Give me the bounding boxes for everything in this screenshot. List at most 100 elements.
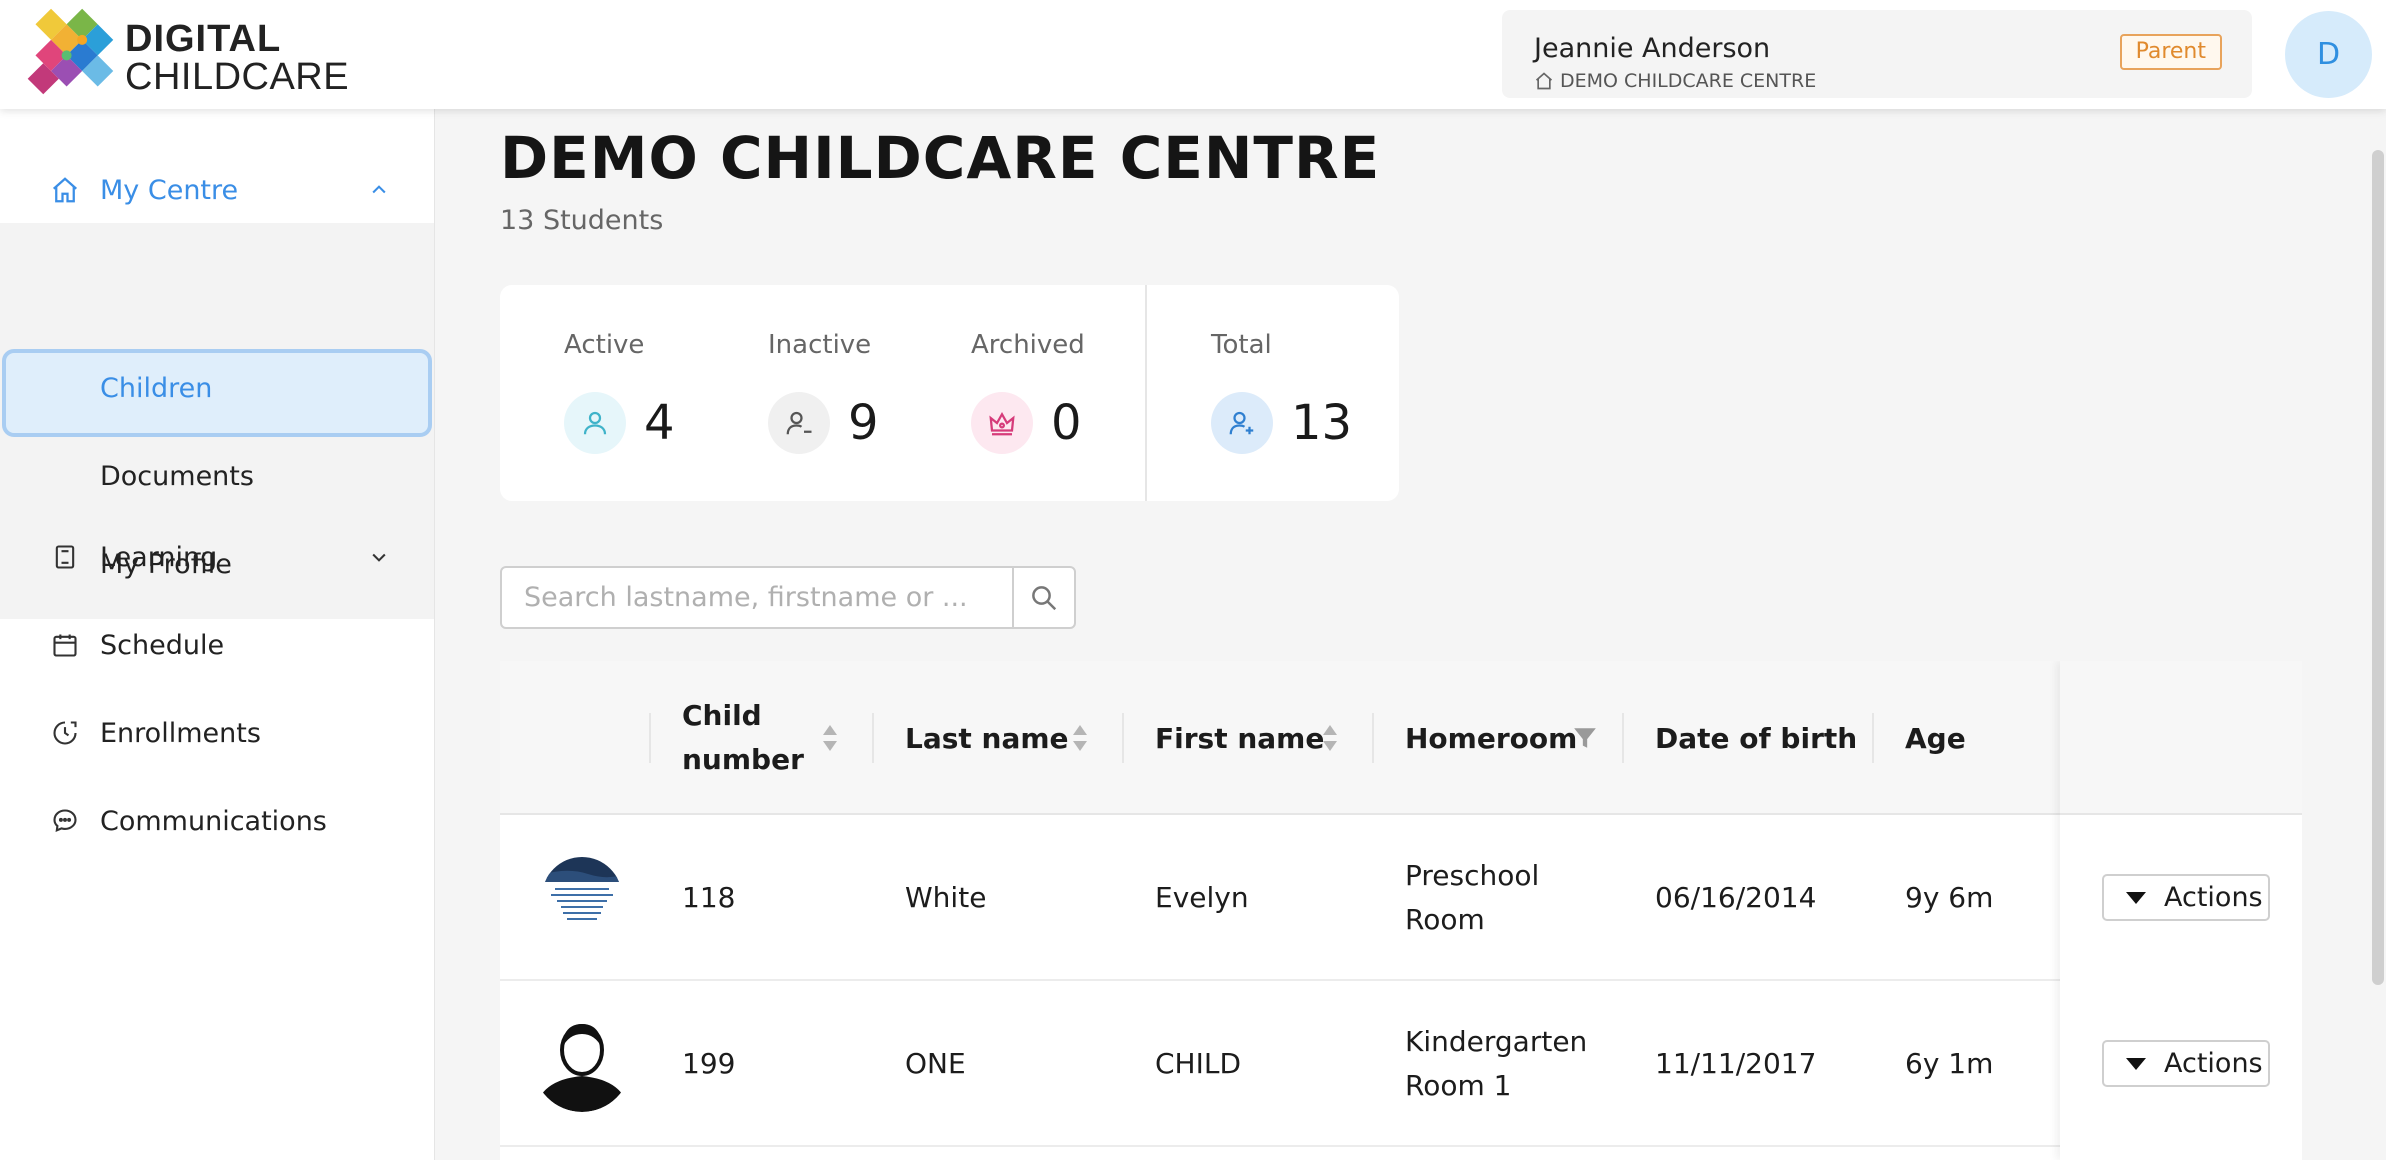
header-separator	[649, 713, 651, 763]
avatar[interactable]: D	[2285, 11, 2372, 98]
child-photo	[533, 848, 631, 946]
sidebar-item-label: Communications	[100, 805, 327, 837]
cell-age: 9y 6m	[1905, 881, 1994, 914]
sidebar-item-label: My Centre	[100, 174, 239, 206]
brand-line1: DIGITAL	[125, 18, 282, 60]
col-child-number-line2: number	[682, 743, 804, 776]
user-centre: DEMO CHILDCARE CENTRE	[1534, 70, 1816, 92]
stat-value: 0	[1051, 395, 1082, 451]
col-last-name[interactable]: Last name	[905, 661, 1069, 815]
col-first-name[interactable]: First name	[1155, 661, 1324, 815]
search-button[interactable]	[1014, 568, 1074, 627]
header-separator	[872, 713, 874, 763]
cell-homeroom-line2: Room	[1405, 903, 1485, 936]
cell-child-number: 118	[682, 881, 736, 914]
calendar-icon	[49, 629, 81, 661]
cell-date-of-birth: 06/16/2014	[1655, 881, 1817, 914]
user-icon	[564, 392, 626, 454]
cell-first-name: Evelyn	[1155, 881, 1249, 914]
table-row[interactable]: 199 ONE CHILD Kindergarten Room 1 11/11/…	[500, 981, 2302, 1147]
cell-homeroom-line1: Preschool	[1405, 859, 1540, 892]
cell-child-number: 199	[682, 1047, 736, 1080]
cell-date-of-birth: 11/11/2017	[1655, 1047, 1817, 1080]
actions-button[interactable]: Actions	[2102, 874, 2270, 921]
cell-last-name: ONE	[905, 1047, 966, 1080]
col-age[interactable]: Age	[1905, 661, 1966, 815]
col-homeroom[interactable]: Homeroom	[1405, 661, 1577, 815]
sidebar-item-children-label[interactable]: Children	[100, 373, 212, 404]
chevron-down-icon[interactable]	[364, 542, 394, 572]
page-scrollbar[interactable]	[2372, 150, 2384, 985]
student-count: 13 Students	[500, 205, 664, 236]
default-avatar-icon	[533, 1014, 631, 1112]
actions-button[interactable]: Actions	[2102, 1040, 2270, 1087]
search-input[interactable]	[502, 568, 1014, 627]
sort-icon[interactable]	[1072, 723, 1088, 753]
user-minus-icon	[768, 392, 830, 454]
stat-label: Inactive	[768, 330, 872, 360]
children-table: Child number Last name First name Homero…	[500, 661, 2302, 1160]
stat-label: Total	[1211, 330, 1272, 360]
table-header: Child number Last name First name Homero…	[500, 661, 2302, 815]
sidebar: My Centre Children Documents My Profile …	[0, 109, 435, 1160]
stats-card: Active 4 Inactive 9 Archived 0 Total 13	[500, 285, 1399, 501]
stat-label: Archived	[971, 330, 1085, 360]
stat-value: 13	[1291, 395, 1353, 451]
cell-homeroom-line1: Kindergarten	[1405, 1025, 1588, 1058]
header-separator	[1122, 713, 1124, 763]
actions-column: Actions Actions	[2060, 661, 2302, 1160]
search-box	[500, 566, 1076, 629]
brand-line2: CHILDCARE	[125, 56, 350, 98]
header-separator	[1372, 713, 1374, 763]
stats-divider	[1145, 285, 1147, 501]
col-date-of-birth[interactable]: Date of birth	[1655, 661, 1857, 815]
sidebar-item-label: Enrollments	[100, 717, 261, 749]
actions-column-header	[2060, 661, 2302, 815]
user-plus-icon	[1211, 392, 1273, 454]
user-centre-label: DEMO CHILDCARE CENTRE	[1560, 70, 1817, 92]
logo-photo-icon	[542, 857, 622, 937]
enrollment-clock-icon	[49, 717, 81, 749]
cell-homeroom: Preschool Room	[1405, 854, 1539, 942]
sidebar-item-children[interactable]	[2, 349, 432, 437]
cell-homeroom-line2: Room 1	[1405, 1069, 1512, 1102]
cell-age: 6y 1m	[1905, 1047, 1994, 1080]
header-separator	[1872, 713, 1874, 763]
sidebar-item-documents[interactable]: Documents	[100, 461, 254, 492]
chevron-up-icon[interactable]	[364, 175, 394, 205]
cell-last-name: White	[905, 881, 987, 914]
stat-value: 4	[644, 395, 675, 451]
puzzle-logo-icon	[27, 8, 114, 95]
cell-homeroom: Kindergarten Room 1	[1405, 1020, 1587, 1108]
sidebar-item-label: Schedule	[100, 629, 225, 661]
sidebar-item-enrollments[interactable]: Enrollments	[0, 703, 434, 763]
sort-icon[interactable]	[822, 723, 838, 753]
stat-label: Active	[564, 330, 645, 360]
brand-wordmark: DIGITAL CHILDCARE	[125, 20, 349, 96]
home-icon	[49, 174, 81, 206]
user-name: Jeannie Anderson	[1534, 33, 1771, 64]
user-card[interactable]: Jeannie Anderson DEMO CHILDCARE CENTRE P…	[1502, 10, 2252, 98]
table-row[interactable]: 118 White Evelyn Preschool Room 06/16/20…	[500, 815, 2302, 981]
page-title: DEMO CHILDCARE CENTRE	[500, 124, 1381, 192]
book-icon	[49, 541, 81, 573]
sidebar-item-schedule[interactable]: Schedule	[0, 615, 434, 675]
sidebar-item-my-centre[interactable]: My Centre	[0, 160, 434, 220]
sidebar-item-learning[interactable]: Learning	[0, 527, 434, 587]
role-badge: Parent	[2119, 34, 2222, 70]
header-separator	[1622, 713, 1624, 763]
col-child-number-line1: Child	[682, 699, 762, 732]
caret-down-icon	[2126, 1057, 2146, 1070]
col-child-number[interactable]: Child number	[682, 661, 804, 815]
sort-icon[interactable]	[1322, 723, 1338, 753]
home-icon	[1535, 72, 1553, 90]
sidebar-item-communications[interactable]: Communications	[0, 791, 434, 851]
caret-down-icon	[2126, 891, 2146, 904]
actions-button-label: Actions	[2164, 882, 2263, 913]
actions-button-label: Actions	[2164, 1048, 2263, 1079]
sidebar-item-label: Learning	[100, 541, 218, 573]
child-photo	[533, 1014, 631, 1112]
search-icon	[1032, 585, 1057, 610]
stat-value: 9	[848, 395, 879, 451]
filter-icon[interactable]	[1572, 725, 1598, 751]
